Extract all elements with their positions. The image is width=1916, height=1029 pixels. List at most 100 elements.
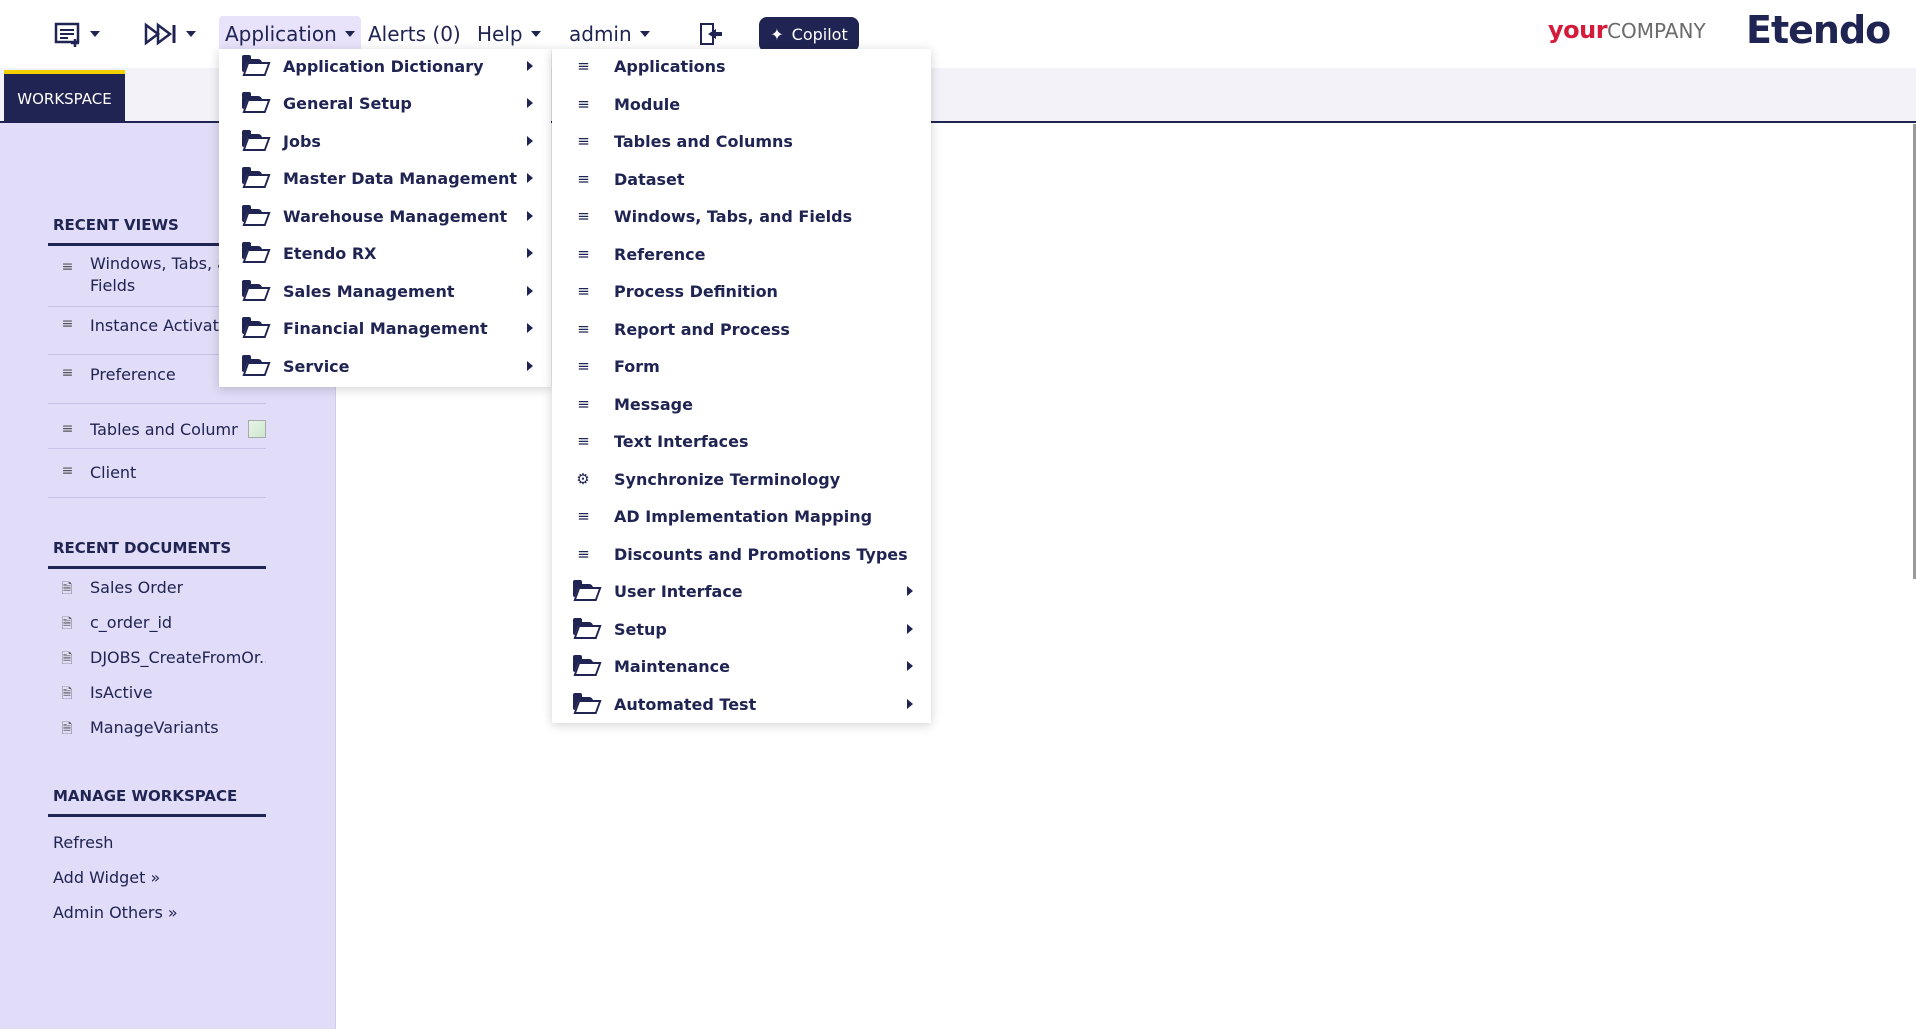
submenu-item-discounts-promotions-types[interactable]: ≡ Discounts and Promotions Types <box>552 537 931 571</box>
menu-item-label: Process Definition <box>614 281 778 301</box>
submenu-item-synchronize-terminology[interactable]: ⚙ Synchronize Terminology <box>552 462 931 496</box>
chevron-down-icon <box>90 31 100 37</box>
window-icon: ≡ <box>577 432 590 450</box>
menu-item-label: Master Data Management <box>283 168 518 188</box>
submenu-item-process-definition[interactable]: ≡ Process Definition <box>552 274 931 308</box>
sparkle-icon: ✦ <box>770 25 784 44</box>
add-widget-link[interactable]: Add Widget » <box>53 868 160 887</box>
application-menu: Application Dictionary General Setup Job… <box>219 49 551 387</box>
submenu-item-report-and-process[interactable]: ≡ Report and Process <box>552 312 931 346</box>
folder-open-icon <box>237 92 267 113</box>
submenu-item-reference[interactable]: ≡ Reference <box>552 237 931 271</box>
menu-item-label: Automated Test <box>614 694 757 714</box>
new-window-icon <box>54 22 80 47</box>
chevron-right-icon <box>527 211 533 221</box>
chevron-down-icon <box>530 31 541 37</box>
submenu-item-tables-and-columns[interactable]: ≡ Tables and Columns <box>552 124 931 158</box>
user-label: admin <box>569 22 632 46</box>
recent-document-item[interactable]: 🗎 ManageVariants <box>48 718 266 744</box>
chevron-right-icon <box>527 361 533 371</box>
submenu-item-module[interactable]: ≡ Module <box>552 87 931 121</box>
help-label: Help <box>477 22 523 46</box>
user-menu-button[interactable]: admin <box>569 16 650 52</box>
submenu-item-message[interactable]: ≡ Message <box>552 387 931 421</box>
chevron-down-icon <box>639 31 650 37</box>
window-icon: ≡ <box>61 259 74 275</box>
submenu-item-automated-test[interactable]: Automated Test <box>552 687 931 721</box>
window-icon: ≡ <box>577 545 590 563</box>
item-separator <box>48 403 266 404</box>
menu-item-label: Service <box>283 356 350 376</box>
window-icon: ≡ <box>61 316 74 332</box>
folder-open-icon <box>237 130 267 151</box>
create-new-button[interactable] <box>54 16 100 52</box>
alerts-button[interactable]: Alerts (0) <box>368 16 461 52</box>
recent-document-item[interactable]: 🗎 IsActive <box>48 683 266 709</box>
document-icon: 🗎 <box>61 721 73 737</box>
submenu-item-applications[interactable]: ≡ Applications <box>552 49 931 83</box>
submenu-item-maintenance[interactable]: Maintenance <box>552 649 931 683</box>
tab-workspace[interactable]: WORKSPACE <box>4 70 125 123</box>
submenu-item-dataset[interactable]: ≡ Dataset <box>552 162 931 196</box>
submenu-item-user-interface[interactable]: User Interface <box>552 574 931 608</box>
window-icon: ≡ <box>577 95 590 113</box>
help-menu-button[interactable]: Help <box>477 16 541 52</box>
application-menu-button[interactable]: Application <box>219 16 361 52</box>
submenu-item-ad-implementation-mapping[interactable]: ≡ AD Implementation Mapping <box>552 499 931 533</box>
chevron-right-icon <box>527 61 533 71</box>
menu-item-etendo-rx[interactable]: Etendo RX <box>219 236 551 270</box>
chevron-down-icon <box>344 31 355 37</box>
window-icon: ≡ <box>577 57 590 75</box>
recent-document-label: c_order_id <box>90 613 173 632</box>
recent-view-item[interactable]: ≡ Tables and Columns <box>48 414 266 444</box>
copilot-button[interactable]: ✦ Copilot <box>759 17 859 52</box>
recent-documents-title: RECENT DOCUMENTS <box>53 539 232 557</box>
logout-button[interactable] <box>698 16 724 52</box>
submenu-item-form[interactable]: ≡ Form <box>552 349 931 383</box>
menu-item-warehouse-management[interactable]: Warehouse Management <box>219 199 551 233</box>
menu-item-label: Reference <box>614 244 706 264</box>
menu-item-master-data-management[interactable]: Master Data Management <box>219 161 551 195</box>
menu-item-financial-management[interactable]: Financial Management <box>219 311 551 345</box>
section-divider <box>48 566 266 569</box>
recent-view-label-cont: Fields <box>90 276 136 295</box>
menu-item-service[interactable]: Service <box>219 349 551 383</box>
submenu-item-setup[interactable]: Setup <box>552 612 931 646</box>
quick-launch-button[interactable] <box>144 16 196 52</box>
refresh-link[interactable]: Refresh <box>53 833 113 852</box>
recent-document-label: ManageVariants <box>90 718 219 737</box>
recent-document-item[interactable]: 🗎 DJOBS_CreateFromOr... <box>48 648 266 674</box>
menu-item-label: Financial Management <box>283 318 488 338</box>
chevron-right-icon <box>907 624 913 634</box>
menu-item-label: User Interface <box>614 581 743 601</box>
admin-others-link[interactable]: Admin Others » <box>53 903 178 922</box>
submenu-item-windows-tabs-fields[interactable]: ≡ Windows, Tabs, and Fields <box>552 199 931 233</box>
document-icon: 🗎 <box>61 686 73 702</box>
chevron-right-icon <box>527 248 533 258</box>
menu-item-label: Windows, Tabs, and Fields <box>614 206 853 226</box>
menu-item-label: AD Implementation Mapping <box>614 506 873 526</box>
recent-views-title: RECENT VIEWS <box>53 216 179 234</box>
menu-item-label: Setup <box>614 619 667 639</box>
etendo-logo: Etendo <box>1746 8 1891 52</box>
recent-document-item[interactable]: 🗎 Sales Order <box>48 578 266 604</box>
menu-item-general-setup[interactable]: General Setup <box>219 86 551 120</box>
menu-item-application-dictionary[interactable]: Application Dictionary <box>219 49 551 83</box>
recent-view-label: Preference <box>90 365 176 384</box>
folder-open-icon <box>568 655 598 676</box>
image-icon[interactable] <box>248 420 266 438</box>
menu-item-label: Form <box>614 356 660 376</box>
tab-workspace-label: WORKSPACE <box>17 89 112 108</box>
document-icon: 🗎 <box>61 651 73 667</box>
submenu-item-text-interfaces[interactable]: ≡ Text Interfaces <box>552 424 931 458</box>
recent-document-label: DJOBS_CreateFromOr... <box>90 648 266 667</box>
recent-document-item[interactable]: 🗎 c_order_id <box>48 613 266 639</box>
menu-item-jobs[interactable]: Jobs <box>219 124 551 158</box>
window-icon: ≡ <box>577 207 590 225</box>
folder-open-icon <box>237 355 267 376</box>
menu-item-label: Warehouse Management <box>283 206 508 226</box>
recent-view-item[interactable]: ≡ Client <box>48 463 266 493</box>
menu-item-sales-management[interactable]: Sales Management <box>219 274 551 308</box>
logo-your-text: your <box>1548 16 1608 44</box>
menu-item-label: Applications <box>614 56 726 76</box>
